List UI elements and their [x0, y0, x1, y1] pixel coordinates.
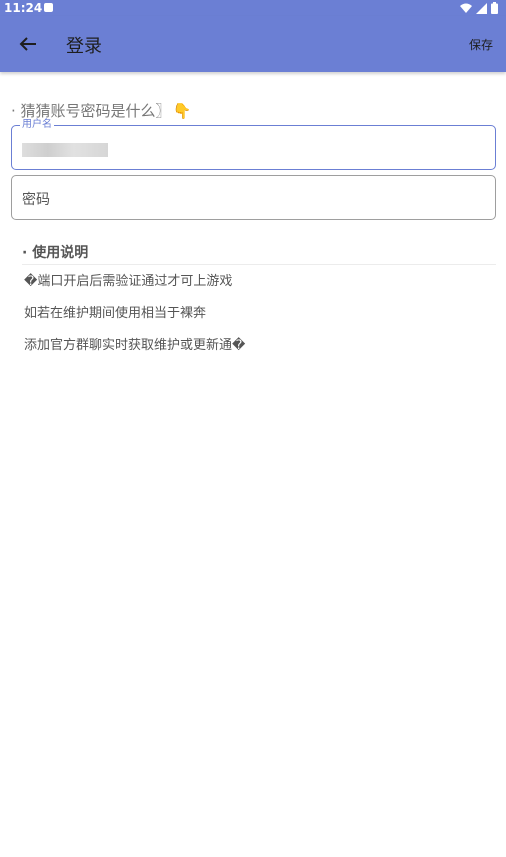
hint-text: · 猜猜账号密码是什么〗: [11, 102, 171, 120]
username-label: 用户名: [20, 119, 54, 131]
pointing-down-icon: 👇: [172, 101, 192, 120]
notification-icon: [44, 3, 53, 12]
password-field[interactable]: 密码: [11, 175, 496, 220]
status-time: 11:24: [4, 1, 43, 15]
signal-icon: [476, 2, 487, 14]
username-field[interactable]: 用户名: [11, 119, 496, 170]
instruction-line: �端口开启后需验证通过才可上游戏: [24, 274, 233, 289]
instruction-line: 添加官方群聊实时获取维护或更新通�: [24, 338, 246, 353]
password-placeholder: 密码: [22, 192, 50, 208]
wifi-icon: [460, 3, 472, 13]
divider: [22, 264, 496, 265]
hint-text-row: · 猜猜账号密码是什么〗 👇: [11, 100, 191, 121]
app-bar: 登录 保存: [0, 16, 506, 72]
username-value-redacted: [22, 143, 108, 157]
battery-icon: [491, 2, 498, 14]
page-title: 登录: [66, 36, 102, 57]
arrow-left-icon: [19, 37, 36, 51]
status-bar: 11:24: [0, 0, 506, 16]
instructions-title: · 使用说明: [22, 245, 89, 261]
instruction-line: 如若在维护期间使用相当于裸奔: [24, 306, 207, 321]
status-icons: [460, 2, 498, 14]
save-button[interactable]: 保存: [469, 36, 493, 53]
back-button[interactable]: [10, 28, 46, 60]
